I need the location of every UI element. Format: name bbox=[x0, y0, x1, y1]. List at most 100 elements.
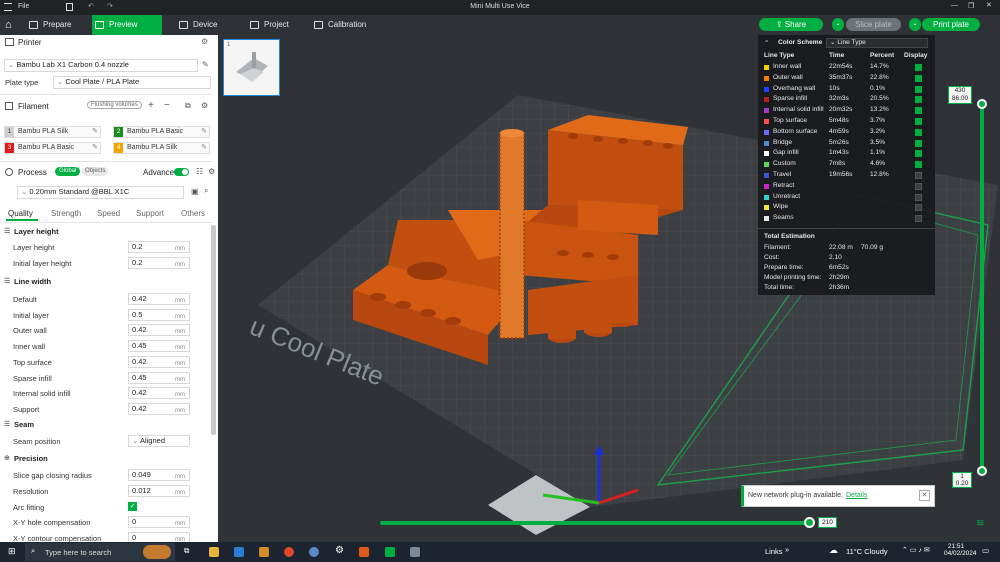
notifications-icon[interactable]: ▭ bbox=[982, 546, 989, 555]
filament-slot-4[interactable]: 4 Bambu PLA Silk ✎ bbox=[113, 142, 210, 154]
system-tray-icons[interactable]: ⌃ ▭ ♪ ✉ bbox=[902, 546, 930, 554]
plate-type-select[interactable]: ⌄ Cool Plate / PLA Plate bbox=[53, 76, 211, 89]
line-width-input[interactable]: 0.42 mm bbox=[128, 324, 190, 337]
printer-settings-icon[interactable]: ⚙ bbox=[201, 37, 208, 46]
advanced-switch[interactable] bbox=[174, 168, 189, 176]
app-icon[interactable] bbox=[309, 547, 319, 557]
slice-dropdown-button[interactable]: ⌄ bbox=[832, 18, 844, 31]
filament-slot-2[interactable]: 2 Bambu PLA Basic ✎ bbox=[113, 126, 210, 138]
collapse-icon[interactable]: ⌃ bbox=[764, 39, 770, 47]
tab-others[interactable]: Others bbox=[181, 209, 205, 218]
home-icon[interactable]: ⌂ bbox=[5, 19, 12, 31]
weather-text[interactable]: 11°C Cloudy bbox=[846, 547, 888, 556]
restore-icon[interactable]: ❐ bbox=[968, 2, 974, 10]
arc-fitting-checkbox[interactable]: ✓ bbox=[128, 502, 137, 511]
printer-select[interactable]: ⌄ Bambu Lab X1 Carbon 0.4 nozzle bbox=[4, 59, 198, 72]
taskbar-search[interactable]: ⌕ Type here to search bbox=[25, 543, 175, 561]
layer-slider-bottom-handle[interactable] bbox=[977, 466, 987, 476]
chevron-icon[interactable]: » bbox=[785, 545, 789, 554]
line-width-input[interactable]: 0.42 mm bbox=[128, 402, 190, 415]
slice-gap-input[interactable]: 0.049 mm bbox=[128, 469, 190, 481]
seam-position-select[interactable]: ⌄ Aligned bbox=[128, 435, 190, 447]
file-explorer-icon[interactable] bbox=[209, 547, 219, 557]
display-checkbox[interactable] bbox=[915, 118, 922, 125]
bambu-studio-icon[interactable] bbox=[385, 547, 395, 557]
resolution-input[interactable]: 0.012 mm bbox=[128, 485, 190, 497]
edit-filament-icon[interactable]: ✎ bbox=[92, 143, 98, 153]
tab-calibration[interactable]: Calibration bbox=[311, 15, 391, 35]
media-icon[interactable] bbox=[259, 547, 269, 557]
line-width-input[interactable]: 0.42 mm bbox=[128, 293, 190, 305]
initial-layer-height-input[interactable]: 0.2 mm bbox=[128, 257, 190, 269]
notification-details-link[interactable]: Details bbox=[846, 492, 867, 499]
edit-filament-icon[interactable]: ✎ bbox=[201, 127, 207, 137]
tab-speed[interactable]: Speed bbox=[97, 209, 120, 218]
layers-icon[interactable]: ≋ bbox=[976, 518, 984, 529]
process-settings-icon[interactable]: ⚙ bbox=[208, 167, 215, 176]
close-icon[interactable]: ✕ bbox=[986, 1, 992, 9]
save-preset-icon[interactable]: ▣ bbox=[191, 187, 199, 196]
layer-slider-track[interactable] bbox=[980, 105, 984, 470]
filament-slot-3[interactable]: 3 Bambu PLA Basic ✎ bbox=[4, 142, 101, 154]
tab-project[interactable]: Project bbox=[247, 15, 307, 35]
tab-preview[interactable]: Preview bbox=[92, 15, 162, 35]
line-width-input[interactable]: 0.45 mm bbox=[128, 371, 190, 384]
layer-height-input[interactable]: 0.2 mm bbox=[128, 241, 190, 253]
global-toggle[interactable]: Global bbox=[55, 167, 81, 176]
windows-start-icon[interactable]: ⊞ bbox=[8, 546, 16, 557]
flushing-volumes-button[interactable]: Flushing volumes bbox=[87, 101, 142, 109]
display-checkbox[interactable] bbox=[915, 107, 922, 115]
move-slider-handle[interactable] bbox=[804, 517, 815, 528]
edit-filament-icon[interactable]: ✎ bbox=[201, 143, 207, 153]
tab-strength[interactable]: Strength bbox=[51, 209, 81, 218]
display-checkbox[interactable] bbox=[915, 74, 922, 82]
display-checkbox[interactable] bbox=[915, 128, 922, 136]
compare-icon[interactable]: ☷ bbox=[196, 167, 203, 176]
color-scheme-select[interactable]: ⌄ Line Type bbox=[826, 38, 928, 48]
share-button[interactable]: ⇪ Share bbox=[759, 18, 823, 31]
tab-support[interactable]: Support bbox=[136, 209, 164, 218]
display-checkbox[interactable] bbox=[915, 193, 922, 201]
xy-hole-input[interactable]: 0 mm bbox=[128, 516, 190, 528]
add-filament-icon[interactable]: + bbox=[148, 100, 154, 111]
line-width-input[interactable]: 0.5 mm bbox=[128, 308, 190, 321]
app-icon[interactable] bbox=[410, 547, 420, 557]
settings-icon[interactable]: ⚙ bbox=[335, 545, 344, 556]
clock[interactable]: 21:51 04/02/2024 bbox=[944, 543, 977, 557]
display-checkbox[interactable] bbox=[915, 150, 922, 158]
process-preset-select[interactable]: ⌄ 0.20mm Standard @BBL X1C bbox=[17, 186, 184, 199]
xy-contour-input[interactable]: 0 mm bbox=[128, 532, 190, 542]
mail-icon[interactable] bbox=[234, 547, 244, 557]
remove-filament-icon[interactable]: − bbox=[164, 100, 170, 111]
display-checkbox[interactable] bbox=[915, 204, 922, 212]
line-width-input[interactable]: 0.42 mm bbox=[128, 387, 190, 400]
layer-slider-top-handle[interactable] bbox=[977, 99, 987, 109]
display-checkbox[interactable] bbox=[915, 172, 922, 179]
display-checkbox[interactable] bbox=[915, 215, 922, 223]
line-width-input[interactable]: 0.45 mm bbox=[128, 340, 190, 353]
display-checkbox[interactable] bbox=[915, 85, 922, 93]
tab-prepare[interactable]: Prepare bbox=[26, 15, 90, 35]
print-plate-button[interactable]: Print plate bbox=[922, 18, 980, 31]
task-view-icon[interactable]: ⧉ bbox=[184, 546, 189, 556]
edit-filament-icon[interactable]: ✎ bbox=[92, 127, 98, 137]
filament-sync-icon[interactable]: ⧉ bbox=[185, 101, 191, 111]
edit-printer-icon[interactable]: ✎ bbox=[202, 60, 209, 69]
app-icon[interactable] bbox=[359, 547, 369, 557]
tab-quality[interactable]: Quality bbox=[8, 209, 33, 218]
display-checkbox[interactable] bbox=[915, 64, 922, 71]
display-checkbox[interactable] bbox=[915, 96, 922, 104]
move-slider-track[interactable] bbox=[380, 521, 810, 525]
display-checkbox[interactable] bbox=[915, 182, 922, 190]
notification-close-icon[interactable]: ✕ bbox=[919, 490, 930, 501]
print-dropdown-button[interactable]: ⌄ bbox=[909, 18, 921, 31]
slice-plate-button[interactable]: Slice plate bbox=[846, 18, 901, 31]
settings-scrollbar[interactable] bbox=[211, 225, 216, 435]
objects-toggle[interactable]: Objects bbox=[82, 167, 109, 176]
plate-thumbnail[interactable]: 1 bbox=[223, 39, 280, 96]
display-checkbox[interactable] bbox=[915, 139, 922, 147]
chrome-icon[interactable] bbox=[284, 547, 294, 557]
filament-slot-1[interactable]: 1 Bambu PLA Silk ✎ bbox=[4, 126, 101, 138]
display-checkbox[interactable] bbox=[915, 161, 922, 169]
filament-settings-icon[interactable]: ⚙ bbox=[201, 101, 208, 110]
